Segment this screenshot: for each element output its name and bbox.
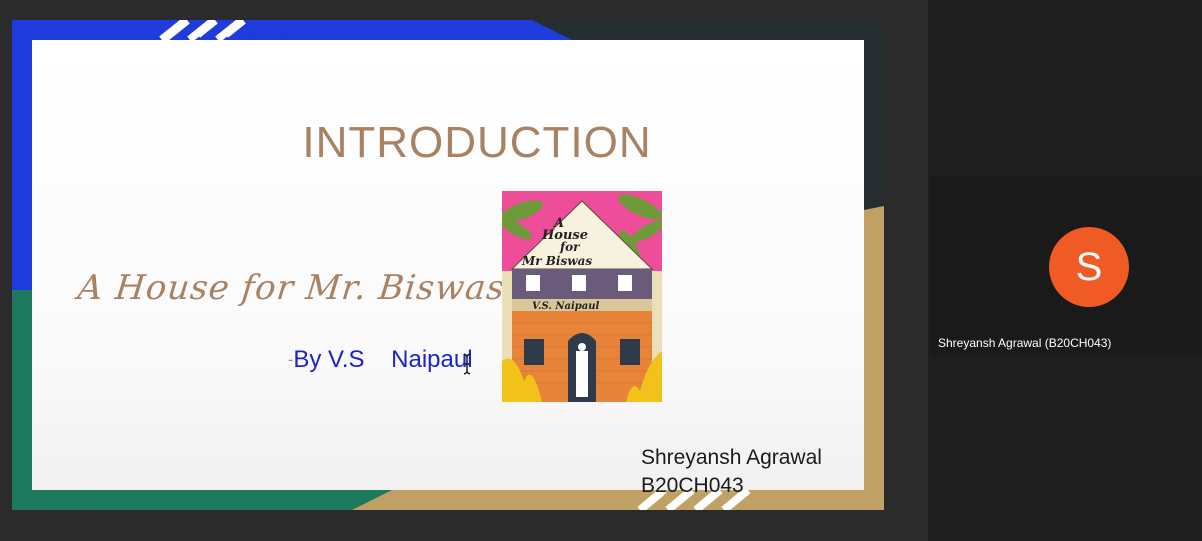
participant-avatar: S: [1049, 227, 1129, 307]
presentation-slide: INTRODUCTION A House for Mr. Biswas -By …: [32, 40, 864, 497]
shared-screen: INTRODUCTION A House for Mr. Biswas -By …: [0, 0, 928, 541]
text-cursor-icon: [463, 353, 471, 375]
presenter-id: B20CH043: [641, 474, 744, 497]
cover-author: V.S. Naipaul: [532, 301, 599, 312]
cover-title-for: for: [559, 240, 581, 254]
cover-title-biswas: Mr Biswas: [521, 254, 592, 268]
book-title: A House for Mr. Biswas: [75, 268, 508, 308]
byline-text: By V.S Naipaul: [293, 346, 473, 373]
byline: -By V.S Naipaul: [288, 346, 473, 374]
slide-title: INTRODUCTION: [302, 118, 652, 167]
participant-video-tile[interactable]: S Shreyansh Agrawal (B20CH043): [930, 176, 1202, 356]
presenter-name: Shreyansh Agrawal: [641, 446, 822, 469]
book-cover-image: A House for Mr Biswas V.S. Naipaul: [502, 191, 662, 402]
participant-name-label: Shreyansh Agrawal (B20CH043): [938, 336, 1112, 350]
presenter-info: Shreyansh Agrawal B20CH043: [641, 444, 822, 500]
slide-frame: INTRODUCTION A House for Mr. Biswas -By …: [12, 20, 884, 510]
